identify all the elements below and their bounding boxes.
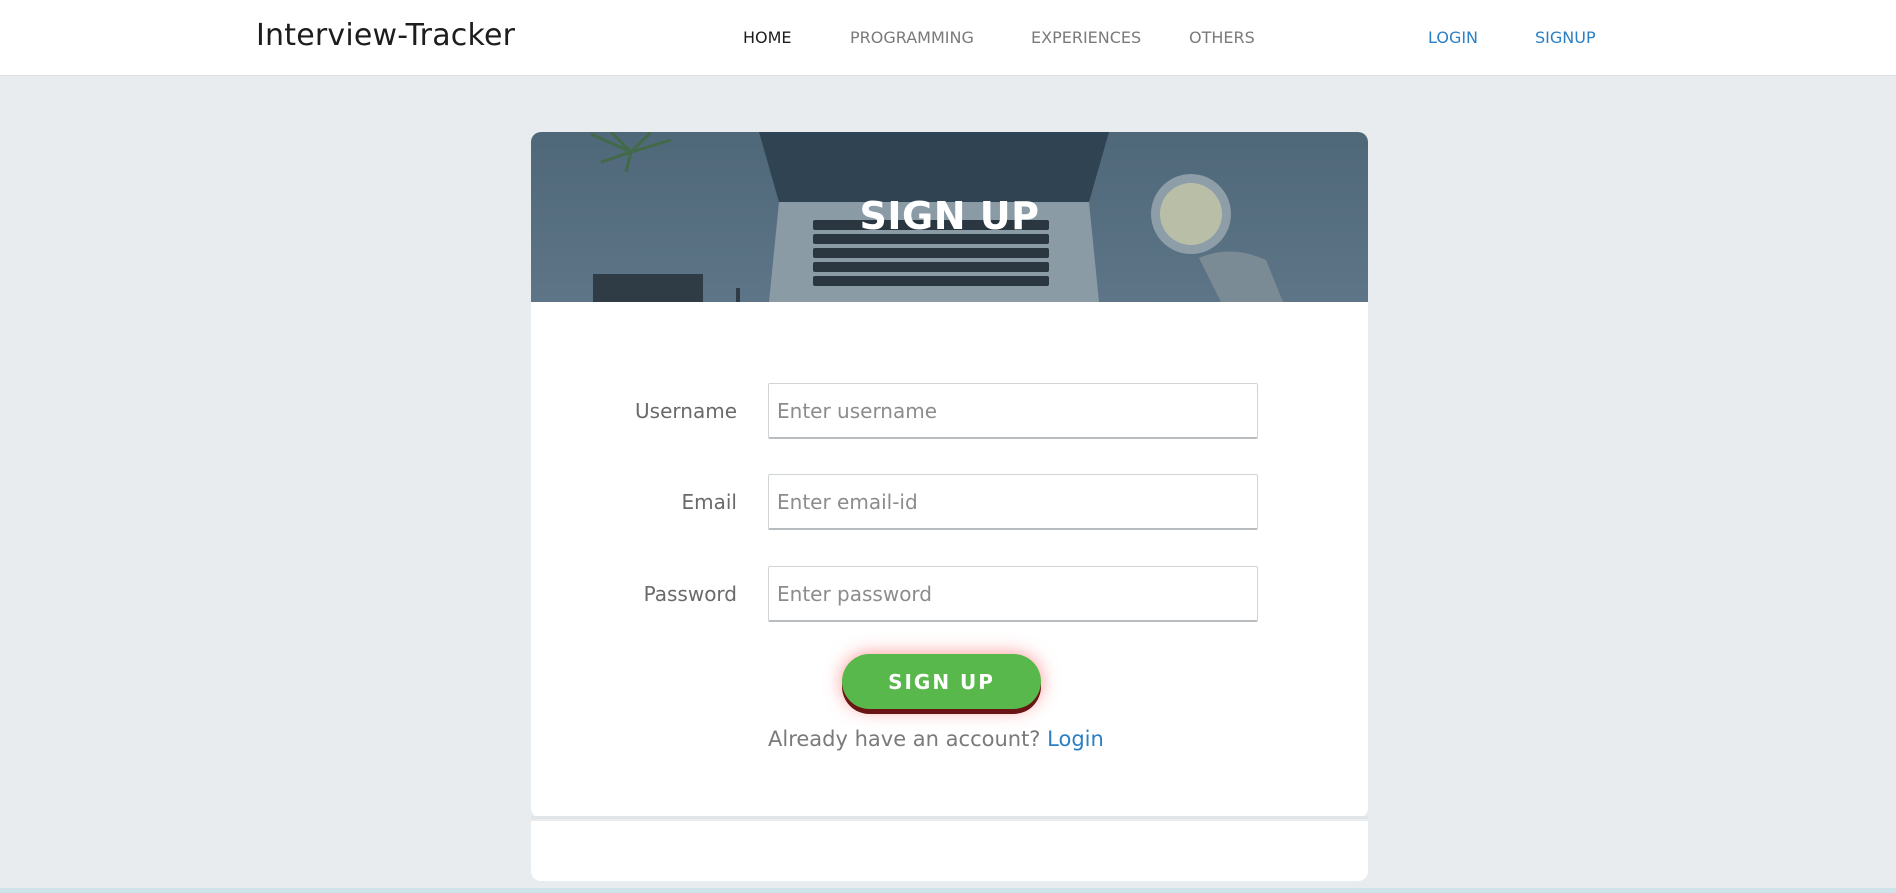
nav-programming[interactable]: PROGRAMMING xyxy=(850,28,974,47)
nav-login[interactable]: LOGIN xyxy=(1428,28,1478,47)
account-prompt-text: Already have an account? xyxy=(768,727,1041,751)
top-navbar: Interview-Tracker HOME PROGRAMMING EXPER… xyxy=(0,0,1896,76)
nav-signup[interactable]: SIGNUP xyxy=(1535,28,1596,47)
account-prompt: Already have an account? Login xyxy=(768,727,1104,751)
nav-others[interactable]: OTHERS xyxy=(1189,28,1255,47)
password-label: Password xyxy=(643,582,737,606)
card-footer xyxy=(531,821,1368,881)
brand-logo[interactable]: Interview-Tracker xyxy=(256,18,515,53)
nav-experiences[interactable]: EXPERIENCES xyxy=(1031,28,1141,47)
login-link[interactable]: Login xyxy=(1047,727,1104,751)
banner-title: SIGN UP xyxy=(859,194,1040,238)
signup-button[interactable]: SIGN UP xyxy=(842,654,1041,709)
username-label: Username xyxy=(635,399,737,423)
username-input[interactable] xyxy=(768,383,1258,439)
bottom-border xyxy=(0,888,1896,893)
password-input[interactable] xyxy=(768,566,1258,622)
signup-banner: SIGN UP xyxy=(531,132,1368,302)
email-label: Email xyxy=(681,490,738,514)
nav-home[interactable]: HOME xyxy=(743,28,792,47)
card-divider xyxy=(531,816,1368,819)
email-input[interactable] xyxy=(768,474,1258,530)
